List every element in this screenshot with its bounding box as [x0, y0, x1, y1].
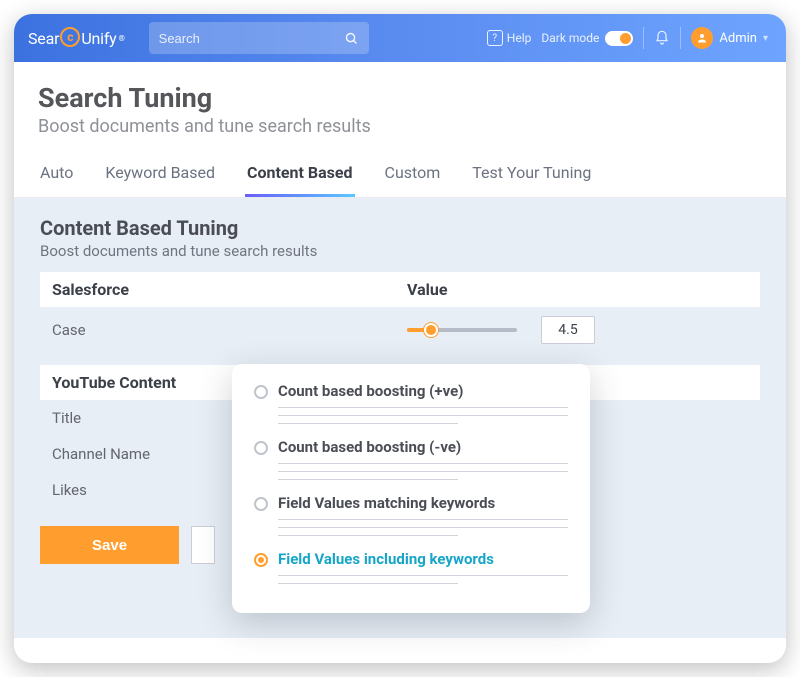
- notifications-icon[interactable]: [654, 30, 670, 46]
- option-description: [278, 463, 568, 480]
- brand-icon: c: [60, 27, 80, 47]
- user-name: Admin: [719, 31, 757, 46]
- option-label: Field Values including keywords: [278, 550, 494, 568]
- tab-keyword[interactable]: Keyword Based: [103, 153, 217, 197]
- option-label: Count based boosting (+ve): [278, 382, 463, 400]
- global-search[interactable]: [149, 22, 369, 54]
- brand-post: Unify: [81, 29, 116, 48]
- darkmode-label: Dark mode: [541, 31, 599, 45]
- search-icon[interactable]: [344, 31, 359, 46]
- toggle-switch[interactable]: [605, 31, 633, 46]
- search-input[interactable]: [159, 31, 344, 46]
- source-block-salesforce: Salesforce Value Case 4.5: [40, 272, 760, 353]
- tabs: Auto Keyword Based Content Based Custom …: [14, 153, 786, 198]
- option-description: [278, 575, 568, 584]
- page-subtitle: Boost documents and tune search results: [38, 116, 762, 137]
- app-window: Sear c Unify ® ? Help Dark mode: [14, 14, 786, 663]
- brand-logo[interactable]: Sear c Unify ®: [28, 28, 125, 48]
- option-count-neg[interactable]: Count based boosting (-ve): [254, 438, 568, 456]
- boost-slider[interactable]: [407, 328, 517, 332]
- help-label: Help: [507, 31, 532, 45]
- user-menu[interactable]: Admin ▾: [691, 27, 768, 49]
- help-icon: ?: [487, 30, 503, 46]
- secondary-button[interactable]: [191, 526, 215, 564]
- tab-test[interactable]: Test Your Tuning: [470, 153, 593, 197]
- avatar-icon: [691, 27, 713, 49]
- darkmode-toggle[interactable]: Dark mode: [541, 31, 633, 46]
- topbar-divider-2: [680, 27, 681, 49]
- section-title: Content Based Tuning: [40, 216, 760, 240]
- popover-option: Count based boosting (-ve): [254, 438, 568, 480]
- popover-option: Field Values including keywords: [254, 550, 568, 584]
- boost-value[interactable]: 4.5: [541, 316, 595, 344]
- save-button[interactable]: Save: [40, 526, 179, 564]
- section-subtitle: Boost documents and tune search results: [40, 242, 760, 260]
- source-header: Salesforce Value: [40, 272, 760, 307]
- option-fv-match[interactable]: Field Values matching keywords: [254, 494, 568, 512]
- popover-option: Count based boosting (+ve): [254, 382, 568, 424]
- topbar-divider: [643, 27, 644, 49]
- field-name: Case: [52, 321, 407, 339]
- page-header: Search Tuning Boost documents and tune s…: [14, 62, 786, 137]
- tab-content[interactable]: Content Based: [245, 153, 355, 197]
- boost-type-popover: Count based boosting (+ve) Count based b…: [232, 364, 590, 613]
- brand-pre: Sear: [28, 29, 59, 48]
- value-header: Value: [407, 280, 748, 299]
- radio-icon[interactable]: [254, 497, 268, 511]
- chevron-down-icon: ▾: [763, 33, 768, 44]
- brand-reg: ®: [119, 34, 125, 43]
- option-label: Field Values matching keywords: [278, 494, 495, 512]
- radio-icon[interactable]: [254, 553, 268, 567]
- help-link[interactable]: ? Help: [487, 30, 532, 46]
- content-panel: Content Based Tuning Boost documents and…: [14, 198, 786, 638]
- radio-icon[interactable]: [254, 385, 268, 399]
- field-row-case: Case 4.5: [40, 307, 760, 353]
- option-fv-incl[interactable]: Field Values including keywords: [254, 550, 568, 568]
- tab-custom[interactable]: Custom: [383, 153, 443, 197]
- option-count-pos[interactable]: Count based boosting (+ve): [254, 382, 568, 400]
- option-description: [278, 519, 568, 536]
- option-description: [278, 407, 568, 424]
- source-name: Salesforce: [52, 280, 407, 299]
- page-title: Search Tuning: [38, 82, 762, 114]
- radio-icon[interactable]: [254, 441, 268, 455]
- popover-option: Field Values matching keywords: [254, 494, 568, 536]
- tab-auto[interactable]: Auto: [38, 153, 75, 197]
- topbar: Sear c Unify ® ? Help Dark mode: [14, 14, 786, 62]
- option-label: Count based boosting (-ve): [278, 438, 461, 456]
